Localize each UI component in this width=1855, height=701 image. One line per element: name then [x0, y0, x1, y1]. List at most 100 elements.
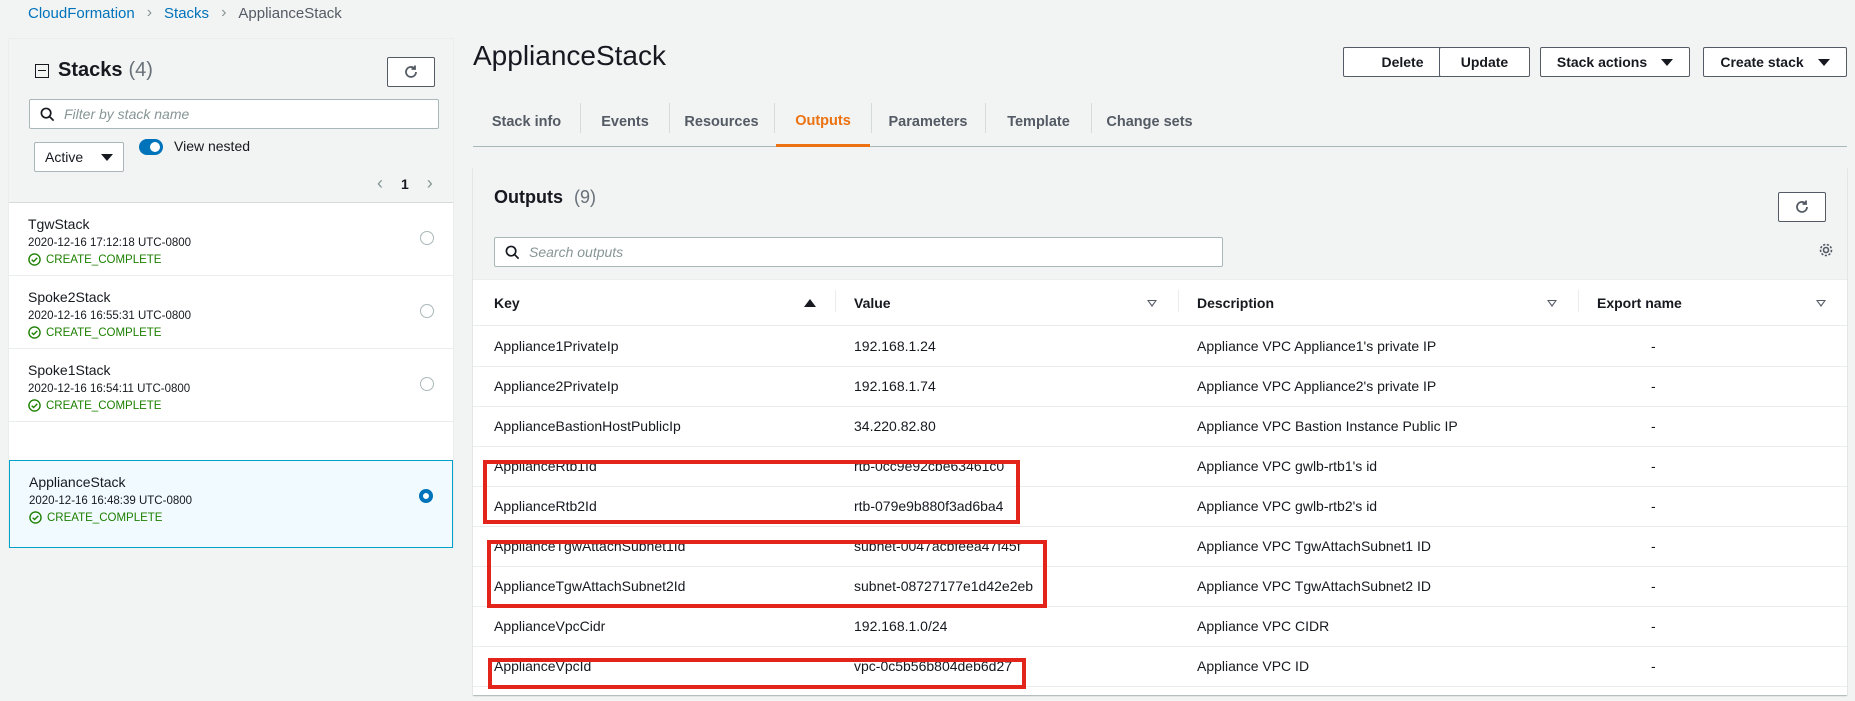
outputs-header: Outputs (9) Search outputs — [473, 167, 1847, 280]
gear-icon[interactable] — [1818, 242, 1834, 258]
chevron-right-icon: › — [146, 4, 153, 21]
create-stack-label: Create stack — [1720, 54, 1804, 70]
stack-radio[interactable] — [420, 377, 434, 391]
stack-radio[interactable] — [420, 231, 434, 245]
column-header-value[interactable]: Value — [854, 295, 891, 311]
breadcrumb-cloudformation-link[interactable]: CloudFormation — [28, 5, 135, 22]
cell-value: rtb-079e9b880f3ad6ba4 — [854, 498, 1004, 514]
table-row: Appliance2PrivateIp 192.168.1.74 Applian… — [473, 367, 1847, 407]
sort-icon[interactable] — [1816, 300, 1826, 307]
cell-value: vpc-0c5b56b804deb6d27 — [854, 658, 1013, 674]
cell-value: subnet-08727177e1d42e2eb — [854, 578, 1034, 594]
tab-change-sets[interactable]: Change sets — [1092, 97, 1207, 146]
stack-name[interactable]: Spoke1Stack — [28, 362, 111, 378]
search-icon — [505, 245, 520, 260]
cell-value: 192.168.1.0/24 — [854, 618, 948, 634]
tab-outputs[interactable]: Outputs — [776, 97, 870, 147]
update-button[interactable]: Update — [1439, 47, 1530, 77]
page-title: ApplianceStack — [473, 40, 667, 71]
cell-description: Appliance VPC TgwAttachSubnet1 ID — [1197, 538, 1431, 554]
cell-export-name: - — [1651, 618, 1656, 634]
column-header-key[interactable]: Key — [494, 295, 520, 311]
outputs-title: Outputs (9) — [494, 187, 596, 208]
table-row: ApplianceRtb2Id rtb-079e9b880f3ad6ba4 Ap… — [473, 487, 1847, 527]
stack-status: CREATE_COMPLETE — [28, 399, 161, 412]
refresh-outputs-button[interactable] — [1778, 192, 1826, 222]
create-stack-button[interactable]: Create stack — [1703, 47, 1847, 77]
cell-description: Appliance VPC Appliance2's private IP — [1197, 378, 1437, 394]
cell-description: Appliance VPC ID — [1197, 658, 1310, 674]
cell-key: ApplianceRtb2Id — [494, 498, 597, 514]
cell-key: ApplianceBastionHostPublicIp — [494, 418, 681, 434]
refresh-stacks-button[interactable] — [387, 57, 435, 87]
status-filter-select[interactable]: Active — [34, 142, 124, 172]
tab-bar: Stack info Events Resources Outputs Para… — [473, 97, 1847, 147]
tab-stack-info[interactable]: Stack info — [473, 97, 580, 146]
sort-ascending-icon[interactable] — [804, 299, 816, 307]
stack-list-item[interactable]: Spoke1Stack 2020-12-16 16:54:11 UTC-0800… — [9, 349, 453, 422]
stack-radio[interactable] — [420, 304, 434, 318]
caret-down-icon — [1661, 58, 1674, 66]
table-row: ApplianceVpcId vpc-0c5b56b804deb6d27 App… — [473, 647, 1847, 687]
cell-key: Appliance2PrivateIp — [494, 378, 619, 394]
check-circle-icon — [29, 511, 42, 524]
chevron-right-icon: › — [221, 4, 227, 21]
column-divider — [835, 290, 836, 312]
page-number[interactable]: 1 — [401, 176, 409, 192]
sort-icon[interactable] — [1147, 300, 1157, 307]
cell-description: Appliance VPC Appliance1's private IP — [1197, 338, 1437, 354]
outputs-panel: Outputs (9) Search outputs Key Value Des… — [473, 167, 1847, 695]
cell-export-name: - — [1651, 498, 1656, 514]
stack-status: CREATE_COMPLETE — [29, 511, 162, 524]
view-nested-toggle[interactable] — [139, 139, 163, 155]
cell-export-name: - — [1651, 658, 1656, 674]
stack-name[interactable]: TgwStack — [28, 216, 89, 232]
collapse-icon[interactable] — [35, 63, 49, 78]
table-row: Appliance1PrivateIp 192.168.1.24 Applian… — [473, 327, 1847, 367]
stacks-title: Stacks (4) — [35, 59, 153, 82]
check-circle-icon — [28, 326, 41, 339]
tab-divider — [774, 103, 775, 133]
tab-parameters[interactable]: Parameters — [872, 97, 984, 146]
check-circle-icon — [28, 253, 41, 266]
stack-status-text: CREATE_COMPLETE — [46, 253, 162, 266]
stack-status: CREATE_COMPLETE — [28, 326, 161, 339]
stack-name[interactable]: ApplianceStack — [29, 474, 126, 490]
filter-stacks-input[interactable]: Filter by stack name — [29, 99, 439, 129]
table-row: ApplianceRtb1Id rtb-0cc9e92cbe63461c0 Ap… — [473, 447, 1847, 487]
chevron-left-icon[interactable]: ‹ — [377, 173, 383, 194]
stack-list-item[interactable]: Spoke2Stack 2020-12-16 16:55:31 UTC-0800… — [9, 276, 453, 349]
cell-export-name: - — [1651, 338, 1656, 354]
stack-list-item-selected[interactable]: ApplianceStack 2020-12-16 16:48:39 UTC-0… — [9, 460, 453, 548]
cell-description: Appliance VPC gwlb-rtb1's id — [1197, 458, 1378, 474]
column-header-export-name[interactable]: Export name — [1597, 295, 1682, 311]
stack-list-item[interactable]: TgwStack 2020-12-16 17:12:18 UTC-0800 CR… — [9, 203, 453, 276]
cell-value: subnet-0047acbfeea47f45f — [854, 538, 1021, 554]
cell-key: ApplianceTgwAttachSubnet2Id — [494, 578, 686, 594]
stack-actions-button[interactable]: Stack actions — [1540, 47, 1690, 77]
stack-radio-selected[interactable] — [419, 489, 433, 503]
sort-icon[interactable] — [1547, 300, 1557, 307]
outputs-title-text: Outputs — [494, 187, 563, 207]
stack-status: CREATE_COMPLETE — [28, 253, 161, 266]
stack-date: 2020-12-16 16:54:11 UTC-0800 — [28, 383, 191, 395]
cell-value: 34.220.82.80 — [854, 418, 936, 434]
search-outputs-input[interactable]: Search outputs — [494, 237, 1223, 267]
table-row: ApplianceTgwAttachSubnet1Id subnet-0047a… — [473, 527, 1847, 567]
chevron-right-icon[interactable]: › — [427, 173, 433, 194]
stack-name[interactable]: Spoke2Stack — [28, 289, 111, 305]
cell-export-name: - — [1651, 378, 1656, 394]
cell-value: 192.168.1.24 — [854, 338, 936, 354]
tab-resources[interactable]: Resources — [670, 97, 773, 146]
search-icon — [40, 107, 55, 122]
cell-key: ApplianceTgwAttachSubnet1Id — [494, 538, 686, 554]
tab-template[interactable]: Template — [986, 97, 1091, 146]
tab-events[interactable]: Events — [581, 97, 669, 146]
cell-export-name: - — [1651, 578, 1656, 594]
check-circle-icon — [28, 399, 41, 412]
breadcrumb-stacks-link[interactable]: Stacks — [164, 5, 209, 22]
column-header-description[interactable]: Description — [1197, 295, 1274, 311]
outputs-count: (9) — [574, 187, 597, 207]
cell-export-name: - — [1651, 458, 1656, 474]
outputs-table-header: Key Value Description Export name — [473, 280, 1847, 326]
